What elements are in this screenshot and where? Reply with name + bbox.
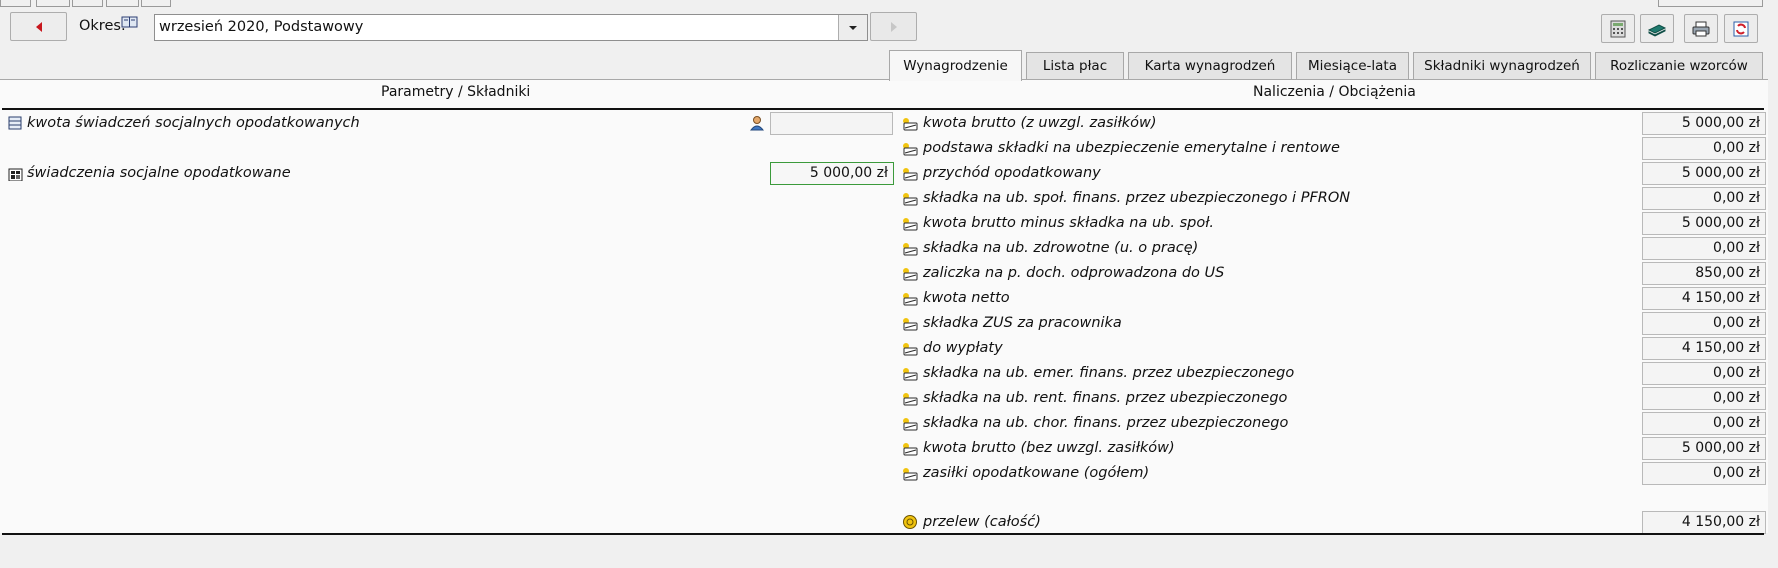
toolbar-stub-2[interactable] [36, 0, 70, 7]
right-row-label: kwota brutto minus składka na ub. społ. [923, 215, 1215, 231]
right-row-label: składka ZUS za pracownika [923, 315, 1122, 331]
right-row-value: 5 000,00 zł [1642, 162, 1766, 185]
right-row-value: 5 000,00 zł [1642, 437, 1766, 460]
refresh-icon [1733, 21, 1749, 36]
tab-lista-plac[interactable]: Lista płac [1026, 52, 1124, 79]
calculation-icon [903, 118, 918, 131]
period-dropdown-button[interactable] [838, 15, 867, 40]
right-row-value: 850,00 zł [1642, 262, 1766, 285]
calculation-icon [903, 218, 918, 231]
toolbar-stub-1[interactable] [0, 0, 31, 7]
period-label: Okres: [79, 18, 126, 34]
calculator-button[interactable] [1601, 14, 1635, 43]
transfer-value: 4 150,00 zł [1642, 511, 1766, 534]
right-row-value: 5 000,00 zł [1642, 212, 1766, 235]
calculation-icon [903, 368, 918, 381]
arrow-right-icon [890, 21, 897, 32]
right-row-label: przychód opodatkowany [923, 165, 1101, 181]
print-button[interactable] [1684, 14, 1718, 43]
previous-period-button[interactable] [10, 12, 67, 41]
right-row-value: 0,00 zł [1642, 137, 1766, 160]
calculation-icon [903, 418, 918, 431]
right-row-value: 0,00 zł [1642, 387, 1766, 410]
toolbar-stub-3[interactable] [72, 0, 103, 7]
table-icon [8, 116, 22, 130]
right-row-label: zaliczka na p. doch. odprowadzona do US [923, 265, 1225, 281]
left-row-value-field[interactable] [770, 112, 893, 135]
calculation-icon [903, 143, 918, 156]
right-row-label: kwota netto [923, 290, 1010, 306]
refresh-button[interactable] [1724, 14, 1758, 43]
right-row-label: składka na ub. społ. finans. przez ubezp… [923, 190, 1351, 206]
tab-karta-wynagrodzen[interactable]: Karta wynagrodzeń [1128, 52, 1292, 79]
tab-label: Lista płac [1042, 58, 1108, 74]
books-icon [1647, 23, 1667, 37]
calculation-icon [903, 343, 918, 356]
right-row-label: składka na ub. chor. finans. przez ubezp… [923, 415, 1289, 431]
right-row-label: podstawa składki na ubezpieczenie emeryt… [923, 140, 1340, 156]
calculation-icon [903, 193, 918, 206]
transfer-label: przelew (całość) [923, 514, 1041, 530]
content-panel [0, 79, 1768, 533]
tab-skladniki-wynagrodzen[interactable]: Składniki wynagrodzeń [1413, 52, 1591, 79]
right-row-value: 4 150,00 zł [1642, 287, 1766, 310]
right-row-label: do wypłaty [923, 340, 1003, 356]
right-row-label: kwota brutto (bez uwzgl. zasiłków) [923, 440, 1175, 456]
calculation-icon [903, 293, 918, 306]
tab-label: Miesiące-lata [1308, 58, 1397, 74]
right-row-value: 0,00 zł [1642, 412, 1766, 435]
tab-rozliczanie-wzorcow[interactable]: Rozliczanie wzorców [1595, 52, 1763, 79]
right-row-value: 0,00 zł [1642, 362, 1766, 385]
period-value: wrzesień 2020, Podstawowy [159, 19, 364, 35]
right-row-value: 0,00 zł [1642, 237, 1766, 260]
right-row-value: 0,00 zł [1642, 462, 1766, 485]
bottom-divider [2, 533, 1764, 535]
right-row-label: składka na ub. zdrowotne (u. o pracę) [923, 240, 1199, 256]
left-panel-header: Parametry / Składniki [381, 84, 531, 100]
right-panel-header: Naliczenia / Obciążenia [1253, 84, 1416, 100]
tab-label: Składniki wynagrodzeń [1424, 58, 1580, 74]
calculator-icon [1610, 20, 1626, 37]
toolbar-stub-4[interactable] [106, 0, 139, 7]
tab-label: Karta wynagrodzeń [1144, 58, 1276, 74]
calculation-icon [903, 393, 918, 406]
chevron-down-icon [849, 25, 857, 30]
right-row-value: 4 150,00 zł [1642, 337, 1766, 360]
tab-label: Wynagrodzenie [903, 58, 1008, 74]
books-button[interactable] [1640, 14, 1674, 43]
arrow-left-icon [35, 21, 42, 32]
calculation-icon [903, 318, 918, 331]
right-row-label: składka na ub. rent. finans. przez ubezp… [923, 390, 1288, 406]
person-icon[interactable] [749, 115, 765, 131]
right-row-value: 0,00 zł [1642, 312, 1766, 335]
header-divider [2, 108, 1764, 110]
right-row-label: składka na ub. emer. finans. przez ubezp… [923, 365, 1295, 381]
right-row-value: 5 000,00 zł [1642, 112, 1766, 135]
period-select[interactable]: wrzesień 2020, Podstawowy [154, 14, 868, 41]
book-icon[interactable] [121, 15, 138, 29]
calculation-icon [903, 243, 918, 256]
right-row-label: zasiłki opodatkowane (ogółem) [923, 465, 1150, 481]
calculator-icon [8, 168, 23, 181]
coin-icon [903, 515, 917, 529]
left-row-label: kwota świadczeń socjalnych opodatkowanyc… [27, 115, 360, 131]
calculation-icon [903, 443, 918, 456]
right-row-label: kwota brutto (z uwzgl. zasiłków) [923, 115, 1157, 131]
toolbar-stub-5[interactable] [141, 0, 171, 7]
calculation-icon [903, 468, 918, 481]
toolbar-stub-right[interactable] [1658, 0, 1763, 7]
left-row-label: świadczenia socjalne opodatkowane [27, 165, 291, 181]
calculation-icon [903, 268, 918, 281]
left-row-value-field[interactable]: 5 000,00 zł [770, 162, 894, 185]
tab-miesiace-lata[interactable]: Miesiące-lata [1296, 52, 1409, 79]
right-row-value: 0,00 zł [1642, 187, 1766, 210]
next-period-button[interactable] [870, 12, 917, 41]
tab-label: Rozliczanie wzorców [1610, 58, 1748, 74]
calculation-icon [903, 168, 918, 181]
tab-wynagrodzenie[interactable]: Wynagrodzenie [889, 50, 1022, 81]
printer-icon [1692, 21, 1710, 36]
